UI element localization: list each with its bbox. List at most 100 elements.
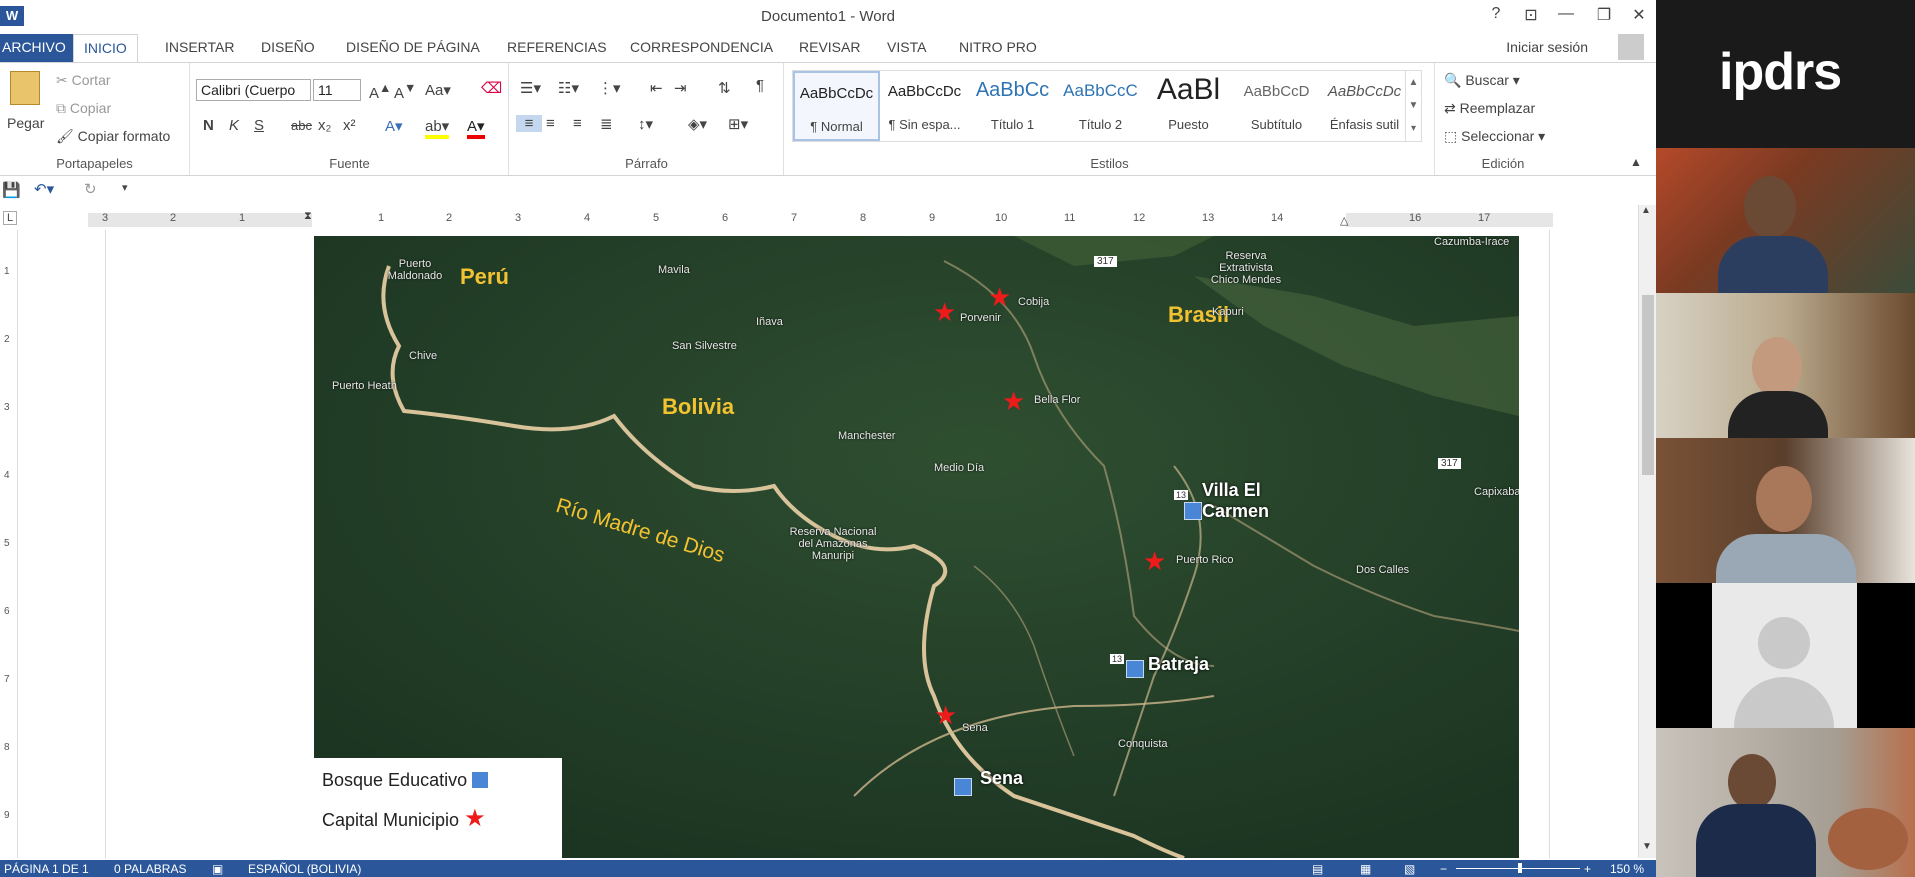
style-sin-espaciado[interactable]: AaBbCcDc ¶ Sin espa... (881, 71, 968, 141)
web-layout-icon[interactable]: ▧ (1404, 862, 1415, 876)
show-marks-icon[interactable]: ¶ (756, 77, 764, 94)
tab-revisar[interactable]: REVISAR (799, 39, 860, 55)
place-puerto-rico: Puerto Rico (1176, 554, 1234, 566)
avatar-body-icon (1734, 677, 1834, 728)
zoom-out-icon[interactable]: − (1440, 862, 1447, 876)
scroll-up-icon[interactable]: ▲ (1641, 205, 1651, 216)
account-avatar[interactable] (1618, 34, 1644, 60)
tab-selector-icon[interactable]: L (3, 211, 17, 225)
scrollbar-thumb[interactable] (1642, 295, 1654, 475)
align-center-icon[interactable]: ≡ (546, 115, 555, 132)
style-titulo-2[interactable]: AaBbCcC Título 2 (1057, 71, 1144, 141)
justify-icon[interactable]: ≣ (600, 115, 613, 133)
indent-marker-icon[interactable]: ⧗ (304, 210, 312, 223)
scroll-down-icon[interactable]: ▼ (1642, 841, 1652, 852)
format-painter-button[interactable]: Copiar formato (78, 128, 171, 144)
highlight-icon[interactable]: ab▾ (425, 117, 450, 139)
grow-font-icon[interactable]: A▲ (369, 81, 391, 102)
style-subtitulo[interactable]: AaBbCcD Subtítulo (1233, 71, 1320, 141)
zoom-slider-thumb[interactable] (1518, 863, 1522, 873)
style-enfasis-sutil[interactable]: AaBbCcDc Énfasis sutil (1321, 71, 1408, 141)
find-button[interactable]: Buscar (1465, 72, 1509, 88)
italic-button[interactable]: K (229, 117, 239, 134)
ruler-number: 17 (1478, 212, 1491, 224)
tab-inicio[interactable]: INICIO (73, 34, 138, 63)
vruler-number: 7 (4, 674, 10, 685)
shrink-font-icon[interactable]: A▼ (394, 81, 416, 102)
page-count[interactable]: PÁGINA 1 DE 1 (4, 862, 89, 876)
participant-video-5[interactable] (1656, 728, 1915, 877)
zoom-level[interactable]: 150 % (1610, 862, 1644, 876)
text-effects-icon[interactable]: A▾ (385, 117, 403, 135)
save-icon[interactable]: 💾 (2, 181, 21, 199)
find-icon: 🔍 (1444, 72, 1466, 88)
font-color-icon[interactable]: A▾ (467, 117, 485, 139)
multilevel-list-icon[interactable]: ⋮▾ (598, 79, 621, 97)
participant-video-1[interactable] (1656, 148, 1915, 293)
cut-button[interactable]: Cortar (72, 72, 111, 88)
bullets-icon[interactable]: ☰▾ (520, 79, 541, 97)
decrease-indent-icon[interactable]: ⇤ (650, 79, 663, 97)
borders-icon[interactable]: ⊞▾ (728, 115, 748, 133)
tab-referencias[interactable]: REFERENCIAS (507, 39, 607, 55)
participant-video-4[interactable] (1656, 583, 1915, 728)
subscript-button[interactable]: x₂ (318, 117, 331, 134)
tab-diseno[interactable]: DISEÑO (261, 39, 315, 55)
zoom-in-icon[interactable]: + (1584, 862, 1591, 876)
sort-icon[interactable]: ⇅ (718, 79, 731, 97)
superscript-button[interactable]: x² (343, 117, 356, 134)
style-name: ¶ Normal (810, 119, 863, 134)
sign-in-link[interactable]: Iniciar sesión (1506, 39, 1588, 55)
clear-formatting-icon[interactable]: ⌫ (481, 79, 502, 97)
style-puesto[interactable]: AaBl Puesto (1145, 71, 1232, 141)
proofing-icon[interactable]: ▣ (212, 862, 223, 876)
shading-icon[interactable]: ◈▾ (688, 115, 707, 133)
ribbon-display-options-button[interactable]: ⊡ (1517, 5, 1545, 25)
paste-button[interactable]: Pegar (7, 115, 44, 131)
vruler-number: 6 (4, 606, 10, 617)
align-left-icon[interactable]: ≡ (516, 115, 542, 132)
print-layout-icon[interactable]: ▦ (1360, 862, 1371, 876)
ribbon-tabs: ARCHIVO INICIO INSERTAR DISEÑO DISEÑO DE… (0, 34, 1656, 63)
participant-video-3[interactable] (1656, 438, 1915, 583)
copy-button[interactable]: Copiar (70, 100, 111, 116)
tab-insertar[interactable]: INSERTAR (165, 39, 235, 55)
underline-button[interactable]: S (254, 117, 264, 134)
maximize-button[interactable]: ❐ (1590, 5, 1618, 25)
tab-diseno-de-pagina[interactable]: DISEÑO DE PÁGINA (346, 39, 480, 55)
read-mode-icon[interactable]: ▤ (1312, 862, 1323, 876)
align-right-icon[interactable]: ≡ (573, 115, 582, 132)
right-indent-marker-icon[interactable]: △ (1340, 214, 1348, 227)
map-image[interactable]: Perú Brasil Bolivia Río Madre de Dios Pu… (314, 236, 1519, 858)
close-button[interactable]: ✕ (1625, 5, 1653, 25)
minimize-button[interactable]: — (1552, 5, 1580, 23)
strikethrough-button[interactable]: abc (291, 118, 312, 133)
redo-icon[interactable]: ↻ (84, 180, 97, 198)
collapse-ribbon-icon[interactable]: ▲ (1630, 155, 1642, 169)
word-count[interactable]: 0 PALABRAS (114, 862, 186, 876)
tab-vista[interactable]: VISTA (887, 39, 926, 55)
participant-video-2[interactable] (1656, 293, 1915, 438)
place-san-silvestre: San Silvestre (672, 340, 737, 352)
font-name-field[interactable]: Calibri (Cuerpo (196, 79, 311, 101)
replace-button[interactable]: Reemplazar (1460, 100, 1535, 116)
customize-qat-icon[interactable]: ▾ (122, 181, 128, 194)
line-spacing-icon[interactable]: ↕▾ (638, 115, 653, 133)
tab-correspondencia[interactable]: CORRESPONDENCIA (630, 39, 773, 55)
select-button[interactable]: Seleccionar (1461, 128, 1534, 144)
font-size-field[interactable]: 11 (313, 79, 361, 101)
numbering-icon[interactable]: ☷▾ (558, 79, 579, 97)
tab-nitro-pro[interactable]: NITRO PRO (959, 39, 1037, 55)
style-titulo-1[interactable]: AaBbCc Título 1 (969, 71, 1056, 141)
vertical-scrollbar[interactable]: ▲ ▼ (1638, 205, 1656, 858)
styles-scroll-arrows[interactable]: ▲ ▼ ▾ (1405, 71, 1421, 141)
bold-button[interactable]: N (203, 117, 214, 134)
change-case-icon[interactable]: Aa▾ (425, 81, 451, 99)
increase-indent-icon[interactable]: ⇥ (674, 79, 687, 97)
help-button[interactable]: ? (1482, 5, 1510, 23)
style-normal[interactable]: AaBbCcDc ¶ Normal (793, 71, 880, 141)
language-indicator[interactable]: ESPAÑOL (BOLIVIA) (248, 862, 361, 876)
undo-icon[interactable]: ↶▾ (34, 180, 54, 198)
tab-archivo[interactable]: ARCHIVO (0, 34, 74, 62)
paste-icon[interactable] (10, 71, 40, 105)
